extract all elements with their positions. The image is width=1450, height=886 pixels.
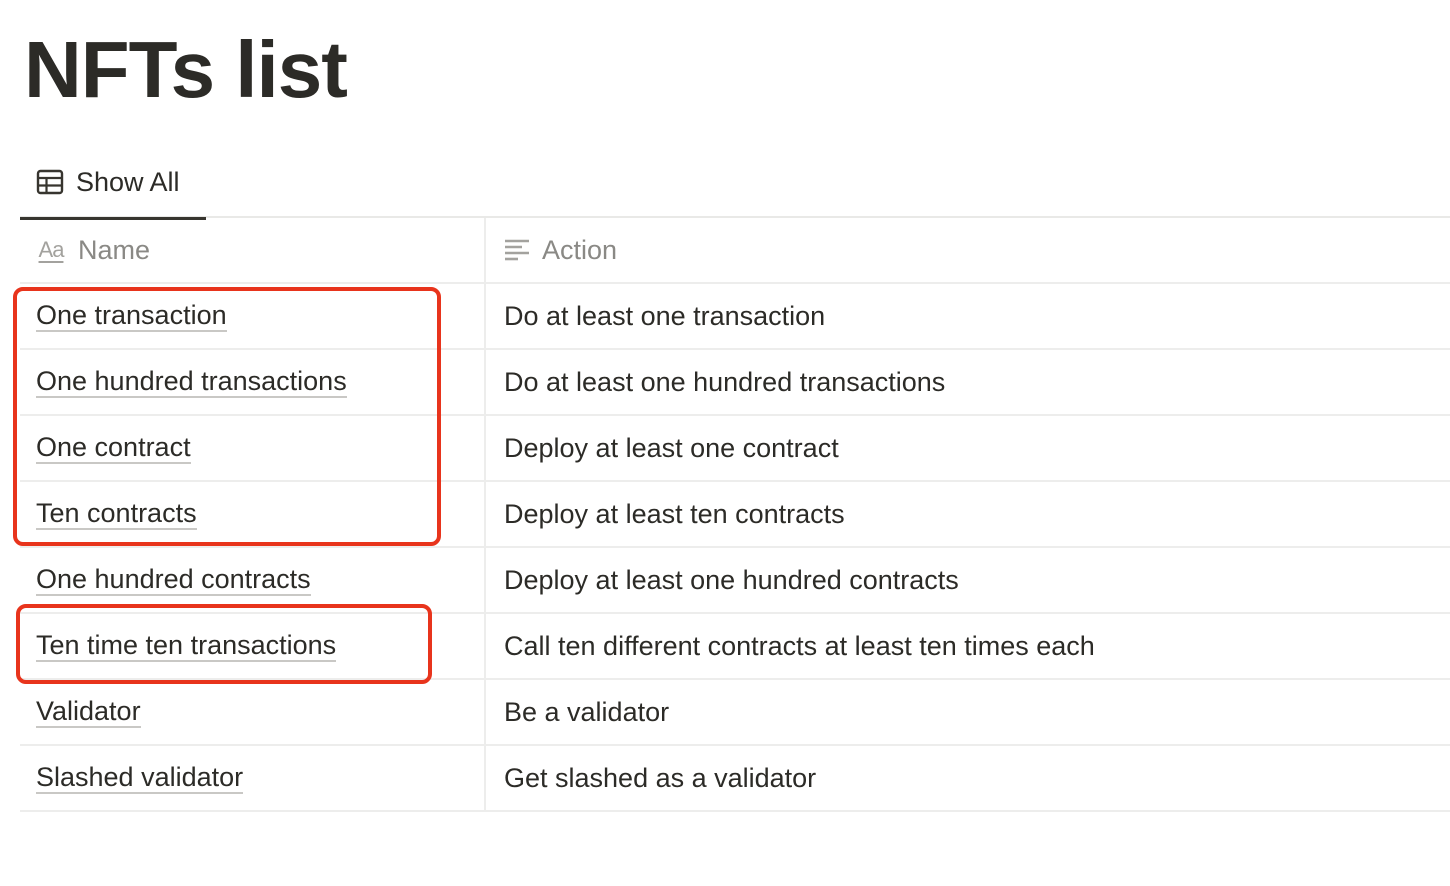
action-cell[interactable]: Do at least one hundred transactions (486, 350, 1450, 414)
tab-show-all[interactable]: Show All (20, 146, 206, 220)
name-cell: Slashed validator (20, 746, 486, 810)
table-header-row: Aa Name Action (20, 218, 1450, 284)
action-cell[interactable]: Deploy at least one hundred contracts (486, 548, 1450, 612)
name-cell: One contract (20, 416, 486, 480)
name-cell: Ten time ten transactions (20, 614, 486, 678)
text-title-icon: Aa (38, 237, 65, 262)
text-lines-icon (504, 238, 530, 262)
row-action-text: Deploy at least one hundred contracts (504, 564, 959, 595)
row-name-link[interactable]: Ten time ten transactions (36, 630, 337, 662)
view-tabs: Show All (20, 146, 1450, 220)
column-header-label: Name (78, 234, 151, 265)
action-cell[interactable]: Call ten different contracts at least te… (486, 614, 1450, 678)
action-cell[interactable]: Deploy at least ten contracts (486, 482, 1450, 546)
column-header-name[interactable]: Aa Name (20, 218, 486, 282)
row-name-link[interactable]: Validator (36, 696, 141, 728)
name-cell: Ten contracts (20, 482, 486, 546)
action-cell[interactable]: Deploy at least one contract (486, 416, 1450, 480)
table-row: Ten time ten transactions Call ten diffe… (20, 614, 1450, 680)
table-row: Slashed validator Get slashed as a valid… (20, 746, 1450, 812)
page: NFTs list Show All Aa Name Action One tr… (0, 0, 1450, 886)
row-name-link[interactable]: One hundred transactions (36, 366, 347, 398)
table-icon (36, 168, 64, 196)
row-name-link[interactable]: Slashed validator (36, 762, 244, 794)
name-cell: Validator (20, 680, 486, 744)
row-name-link[interactable]: One transaction (36, 300, 227, 332)
name-cell: One transaction (20, 284, 486, 348)
row-action-text: Do at least one hundred transactions (504, 366, 946, 397)
row-action-text: Deploy at least ten contracts (504, 498, 845, 529)
column-header-label: Action (542, 234, 618, 265)
name-cell: One hundred contracts (20, 548, 486, 612)
table-row: One contract Deploy at least one contrac… (20, 416, 1450, 482)
page-title: NFTs list (24, 25, 348, 114)
name-cell: One hundred transactions (20, 350, 486, 414)
table-row: One hundred transactions Do at least one… (20, 350, 1450, 416)
row-name-link[interactable]: One contract (36, 432, 191, 464)
action-cell[interactable]: Do at least one transaction (486, 284, 1450, 348)
table-row: Validator Be a validator (20, 680, 1450, 746)
row-name-link[interactable]: One hundred contracts (36, 564, 311, 596)
action-cell[interactable]: Get slashed as a validator (486, 746, 1450, 810)
row-action-text: Deploy at least one contract (504, 432, 839, 463)
row-action-text: Call ten different contracts at least te… (504, 630, 1095, 661)
row-name-link[interactable]: Ten contracts (36, 498, 197, 530)
action-cell[interactable]: Be a validator (486, 680, 1450, 744)
table-row: One hundred contracts Deploy at least on… (20, 548, 1450, 614)
table-row: One transaction Do at least one transact… (20, 284, 1450, 350)
row-action-text: Be a validator (504, 696, 670, 727)
column-header-action[interactable]: Action (486, 218, 1450, 282)
table-row: Ten contracts Deploy at least ten contra… (20, 482, 1450, 548)
nfts-table: Aa Name Action One transaction Do at lea… (20, 218, 1450, 812)
row-action-text: Do at least one transaction (504, 300, 826, 331)
row-action-text: Get slashed as a validator (504, 762, 817, 793)
tab-label: Show All (76, 166, 180, 197)
